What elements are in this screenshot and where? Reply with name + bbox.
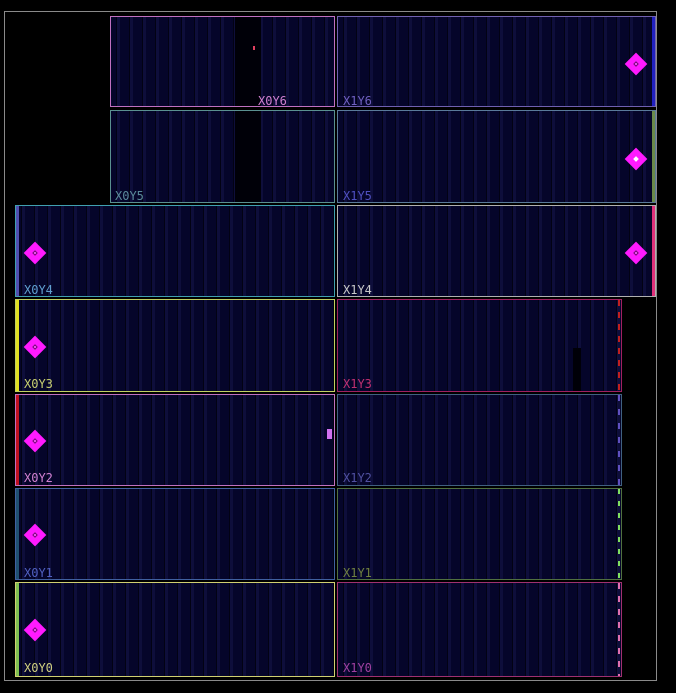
- region-label-x1y3: X1Y3: [343, 377, 372, 391]
- device-view[interactable]: X0Y6 X1Y6 X0Y5 X1Y5 X0Y4 X1Y4 X0Y3 X1Y3: [0, 0, 676, 693]
- region-edge-bar: [652, 206, 655, 296]
- clock-buffer-marker[interactable]: [23, 429, 47, 453]
- region-label-x1y1: X1Y1: [343, 566, 372, 580]
- clock-buffer-marker[interactable]: [23, 241, 47, 265]
- placed-cell-marker: [327, 429, 332, 439]
- region-edge-bar: [16, 300, 19, 391]
- region-label-x1y5: X1Y5: [343, 189, 372, 203]
- region-label-x0y1: X0Y1: [24, 566, 53, 580]
- region-edge-dashes: [618, 489, 620, 579]
- dark-column: [235, 111, 261, 202]
- clock-region-x0y2[interactable]: X0Y2: [15, 394, 335, 486]
- region-label-x0y4: X0Y4: [24, 283, 53, 297]
- region-label-x0y6: X0Y6: [258, 94, 287, 107]
- clock-region-x0y3[interactable]: X0Y3: [15, 299, 335, 392]
- dark-column: [235, 17, 261, 106]
- region-edge-bar: [16, 489, 19, 579]
- region-label-x0y0: X0Y0: [24, 661, 53, 675]
- region-edge-dashes: [618, 583, 620, 676]
- region-edge-dashes: [618, 300, 620, 391]
- clock-buffer-marker[interactable]: [23, 523, 47, 547]
- region-label-x0y2: X0Y2: [24, 471, 53, 485]
- clock-region-x0y6[interactable]: X0Y6: [110, 16, 335, 107]
- region-edge-dashes: [618, 395, 620, 485]
- clock-region-x1y6[interactable]: X1Y6: [337, 16, 656, 107]
- region-edge-bar: [16, 583, 19, 676]
- region-edge-bar: [652, 111, 655, 202]
- clock-region-x0y1[interactable]: X0Y1: [15, 488, 335, 580]
- dark-column: [573, 348, 581, 391]
- clock-region-x0y5[interactable]: X0Y5: [110, 110, 335, 203]
- region-edge-bar: [652, 17, 655, 106]
- clock-region-x0y4[interactable]: X0Y4: [15, 205, 335, 297]
- clock-region-x1y2[interactable]: X1Y2: [337, 394, 622, 486]
- region-label-x1y6: X1Y6: [343, 94, 372, 107]
- region-label-x1y2: X1Y2: [343, 471, 372, 485]
- region-label-x0y3: X0Y3: [24, 377, 53, 391]
- clock-buffer-marker[interactable]: [23, 618, 47, 642]
- region-edge-bar: [16, 395, 19, 485]
- clock-buffer-marker[interactable]: [624, 241, 648, 265]
- clock-region-x1y0[interactable]: X1Y0: [337, 582, 622, 677]
- region-label-x0y5: X0Y5: [115, 189, 144, 203]
- placed-cell-marker: [253, 46, 255, 50]
- region-label-x1y4: X1Y4: [343, 283, 372, 297]
- clock-region-x1y3[interactable]: X1Y3: [337, 299, 622, 392]
- clock-buffer-marker[interactable]: [23, 335, 47, 359]
- clock-region-x1y4[interactable]: X1Y4: [337, 205, 656, 297]
- clock-region-x0y0[interactable]: X0Y0: [15, 582, 335, 677]
- region-edge-bar: [16, 206, 19, 296]
- clock-region-x1y1[interactable]: X1Y1: [337, 488, 622, 580]
- clock-buffer-marker[interactable]: [624, 147, 648, 171]
- clock-buffer-marker[interactable]: [624, 52, 648, 76]
- region-label-x1y0: X1Y0: [343, 661, 372, 675]
- clock-region-x1y5[interactable]: X1Y5: [337, 110, 656, 203]
